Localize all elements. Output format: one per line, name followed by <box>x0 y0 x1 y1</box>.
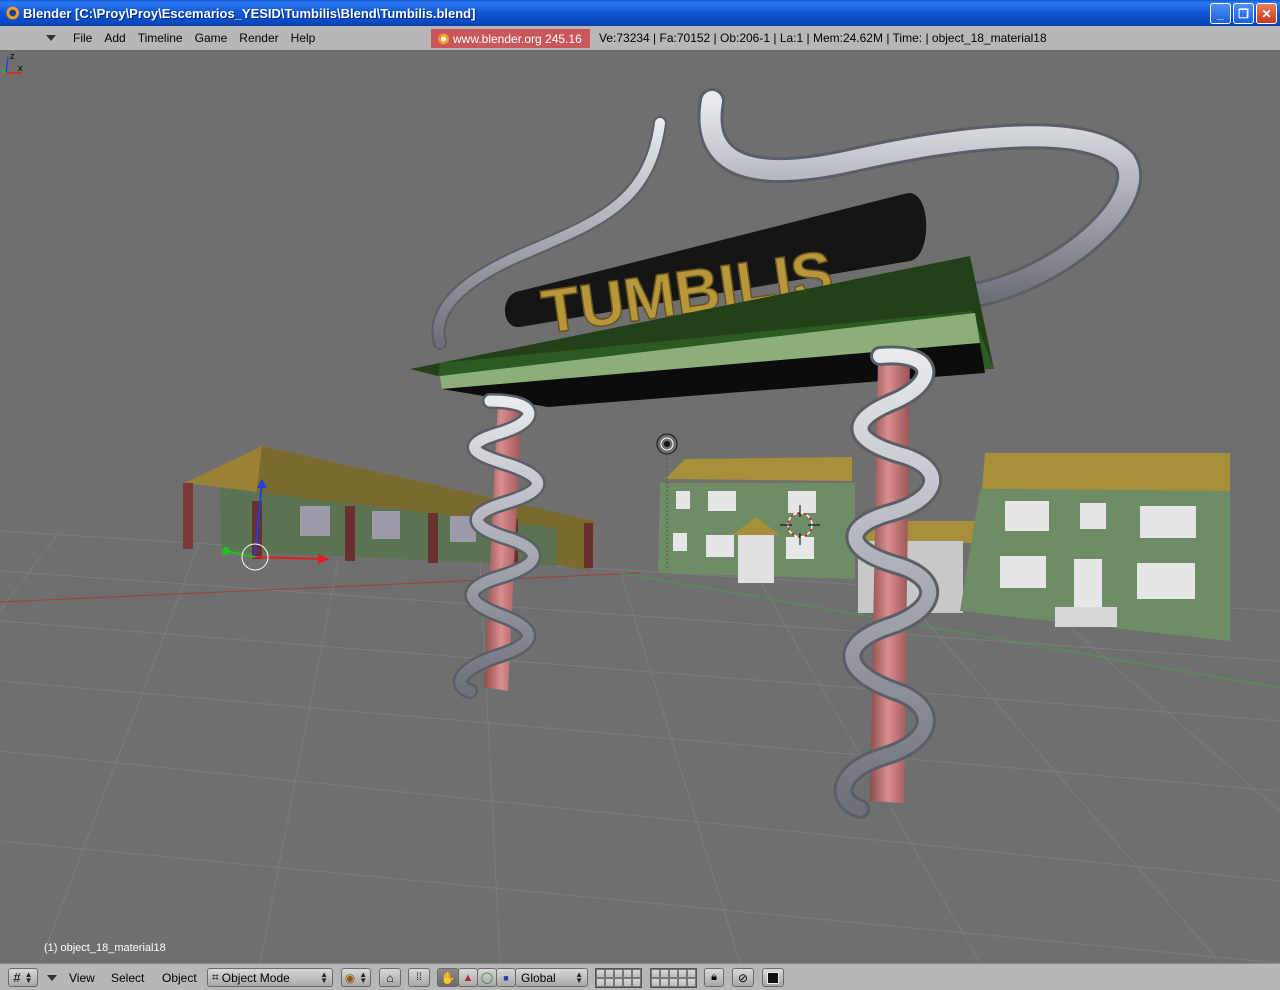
menu-help[interactable]: Help <box>285 26 322 51</box>
menu-select[interactable]: Select <box>104 968 151 987</box>
triangle-down-icon <box>47 974 57 981</box>
view-axis-indicator: z x <box>1 51 23 74</box>
render-preview-button[interactable] <box>762 968 784 987</box>
window-controls: _ ❐ ✕ <box>1210 3 1277 24</box>
updown-arrows-icon: ▲ ▼ <box>320 969 328 985</box>
menu-file[interactable]: File <box>67 26 98 51</box>
minimize-button[interactable]: _ <box>1210 3 1231 24</box>
active-object-info: (1) object_18_material18 <box>44 942 166 954</box>
pivot-selector[interactable]: ⌂ <box>379 968 401 987</box>
square-blue-icon: ■ <box>503 972 509 983</box>
editor-type-selector[interactable]: # ▲ ▼ <box>8 968 38 987</box>
3d-viewport[interactable]: TUMBILIS z x (1) object_18_material18 <box>0 51 1280 963</box>
menu-add[interactable]: Add <box>98 26 131 51</box>
shading-icon: ◉ <box>344 970 356 985</box>
main-menu: File Add Timeline Game Render Help <box>63 26 321 51</box>
translate-manipulator-button[interactable]: ▲ <box>458 968 478 987</box>
grid-icon: # <box>13 970 21 985</box>
updown-arrows-icon: ▲ ▼ <box>359 969 368 985</box>
layer-grid-1[interactable] <box>595 967 642 988</box>
rotate-manipulator-button[interactable]: ◯ <box>477 968 497 987</box>
render-icon <box>767 971 779 984</box>
blender-version-label: www.blender.org 245.16 <box>453 31 582 46</box>
pivot-option-button[interactable]: ⁞⁞ <box>408 968 430 987</box>
rotate-circle-icon: ◯ <box>480 972 494 984</box>
layer-buttons-2[interactable] <box>650 967 697 988</box>
axis-x-label: x <box>18 63 23 73</box>
3d-view-header: # ▲ ▼ View Select Object ⌗ Object Mode ▲ ▼… <box>0 963 1280 990</box>
header-collapse-toggle[interactable] <box>44 35 58 41</box>
blender-logo-icon <box>437 32 449 45</box>
updown-arrows-icon: ▲ ▼ <box>24 969 33 985</box>
pivot-icon: ⌂ <box>386 970 394 985</box>
menu-object[interactable]: Object <box>155 968 204 987</box>
mode-label: Object Mode <box>221 970 290 985</box>
info-header: File Add Timeline Game Render Help www.b… <box>0 26 1280 51</box>
orientation-selector[interactable]: Global ▲ ▼ <box>515 968 588 987</box>
lock-icon: 🔒︎ <box>711 971 717 983</box>
manipulator-toggle[interactable]: ✋ <box>437 968 459 987</box>
right-post <box>833 345 943 819</box>
updown-arrows-icon: ▲ ▼ <box>575 969 583 985</box>
orientation-label: Global <box>521 970 556 985</box>
scene-stats: Ve:73234 | Fa:70152 | Ob:206-1 | La:1 | … <box>599 31 1047 45</box>
close-button[interactable]: ✕ <box>1256 3 1277 24</box>
menu-view[interactable]: View <box>62 968 102 987</box>
triangle-down-icon <box>46 35 56 41</box>
menu-game[interactable]: Game <box>189 26 234 51</box>
snap-toggle[interactable]: ⊘ <box>732 968 754 987</box>
draw-type-selector[interactable]: ◉ ▲ ▼ <box>341 968 371 987</box>
layer-grid-2[interactable] <box>650 967 697 988</box>
right-houses <box>658 453 1230 641</box>
object-mode-icon: ⌗ <box>212 970 219 984</box>
blender-app-icon <box>5 6 19 20</box>
menu-render[interactable]: Render <box>233 26 284 51</box>
triangle-red-icon: ▲ <box>462 971 474 984</box>
magnet-icon: ⊘ <box>737 970 749 985</box>
layer-buttons-1[interactable] <box>595 967 642 988</box>
axis-z-label: z <box>10 51 15 61</box>
maximize-button[interactable]: ❐ <box>1233 3 1254 24</box>
dots-icon: ⁞⁞ <box>416 972 422 983</box>
menu-timeline[interactable]: Timeline <box>132 26 189 51</box>
scale-manipulator-button[interactable]: ■ <box>496 968 516 987</box>
viewport-scene: TUMBILIS <box>0 88 1280 963</box>
mode-selector[interactable]: ⌗ Object Mode ▲ ▼ <box>207 968 333 987</box>
header-collapse-toggle-bottom[interactable] <box>46 968 58 987</box>
window-title: Blender [C:\Proy\Proy\Escemarios_YESID\T… <box>23 5 476 21</box>
lock-layers-button[interactable]: 🔒︎ <box>704 968 724 987</box>
blender-website-link[interactable]: www.blender.org 245.16 <box>431 29 590 48</box>
hand-icon: ✋ <box>440 970 456 985</box>
window-titlebar: Blender [C:\Proy\Proy\Escemarios_YESID\T… <box>0 0 1280 26</box>
